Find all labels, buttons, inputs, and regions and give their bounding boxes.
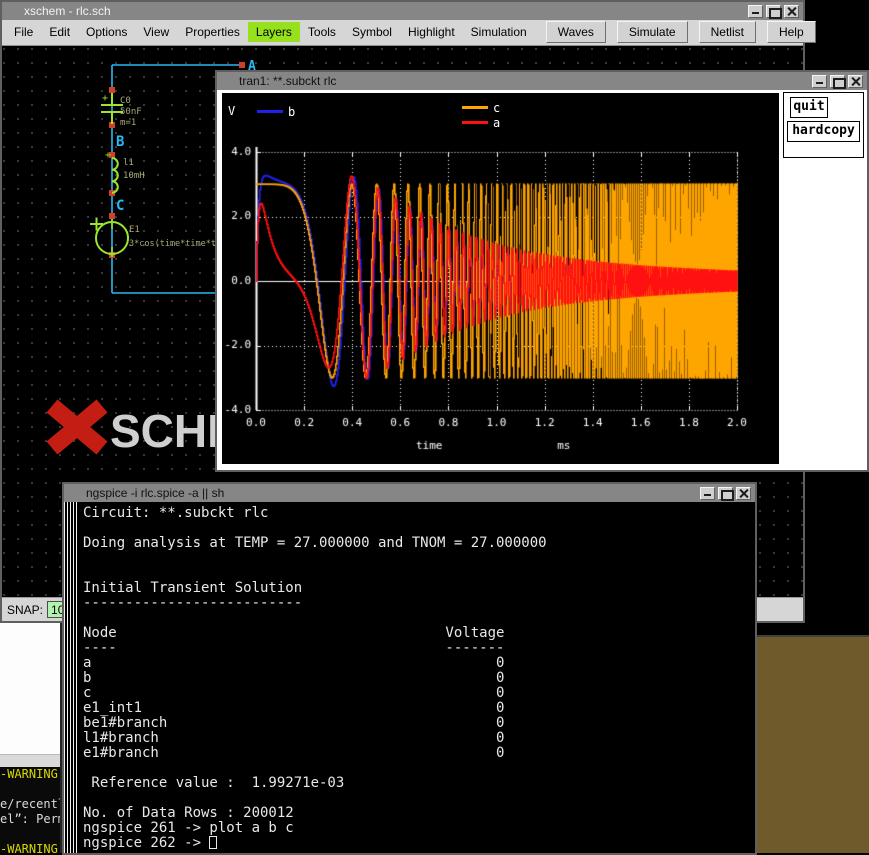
- plot-window-title: tran1: **.subckt rlc: [239, 74, 809, 88]
- capacitor-ref: C0: [120, 96, 131, 106]
- waveform-plot: [222, 93, 779, 464]
- close-icon[interactable]: [736, 487, 751, 500]
- background-white-window: [0, 622, 62, 767]
- menu-simulation[interactable]: Simulation: [463, 22, 535, 42]
- legend-label-c: c: [493, 102, 500, 114]
- menu-options[interactable]: Options: [78, 22, 135, 42]
- terminal-prompt: ngspice 262 ->: [83, 835, 209, 851]
- terminal-scrollbar[interactable]: [64, 502, 77, 853]
- plot-panel: V b c a: [222, 93, 779, 464]
- minimize-icon[interactable]: [700, 487, 715, 500]
- terminal-body[interactable]: Circuit: **.subckt rlc Doing analysis at…: [64, 502, 755, 853]
- maximize-icon[interactable]: [766, 5, 781, 18]
- quit-button[interactable]: quit: [790, 97, 828, 118]
- inductor-value: 10mH: [123, 171, 145, 181]
- close-icon[interactable]: [848, 75, 863, 88]
- y-axis-unit: V: [228, 105, 235, 117]
- legend-swatch-b: [257, 110, 283, 113]
- menu-symbol[interactable]: Symbol: [344, 22, 400, 42]
- terminal-text-area: Circuit: **.subckt rlc Doing analysis at…: [77, 502, 755, 853]
- background-white-window-footer: [0, 754, 60, 767]
- source-plus-icon: [90, 217, 103, 230]
- xschem-toolbar: Waves Simulate Netlist Help: [535, 21, 816, 43]
- hardcopy-button[interactable]: hardcopy: [787, 121, 860, 142]
- plot-window: tran1: **.subckt rlc V b c a quit hardco…: [215, 70, 869, 472]
- plot-window-content: V b c a quit hardcopy: [217, 90, 867, 470]
- snap-label: SNAP:: [7, 603, 43, 617]
- menu-layers[interactable]: Layers: [248, 22, 300, 42]
- inductor-ref: l1: [123, 158, 134, 168]
- menu-properties[interactable]: Properties: [177, 22, 248, 42]
- net-label-c: C: [116, 198, 124, 214]
- warning-line: -WARNING: [0, 767, 60, 782]
- capacitor-value: 50nF: [120, 107, 142, 117]
- capacitor-extra: m=1: [120, 118, 136, 128]
- inductor-symbol[interactable]: [112, 158, 118, 193]
- terminal-cursor: [209, 836, 217, 849]
- background-warning-terminal: -WARNING e/recentlyel”: Perm -WARNING: [0, 767, 62, 853]
- terminal-title: ngspice -i rlc.spice -a || sh: [86, 486, 697, 500]
- terminal-output: Circuit: **.subckt rlc Doing analysis at…: [83, 506, 755, 836]
- desktop: { "xschem": { "title": "xschem - rlc.sch…: [0, 0, 869, 853]
- warning-line: [0, 782, 60, 797]
- maximize-icon[interactable]: [718, 487, 733, 500]
- menu-file[interactable]: File: [6, 22, 41, 42]
- close-icon[interactable]: [784, 5, 799, 18]
- menu-tools[interactable]: Tools: [300, 22, 344, 42]
- legend-swatch-a: [462, 121, 488, 124]
- warning-line: [0, 827, 60, 842]
- net-label-b: B: [116, 134, 124, 150]
- terminal-titlebar[interactable]: ngspice -i rlc.spice -a || sh: [64, 484, 755, 502]
- waves-button[interactable]: Waves: [546, 21, 606, 43]
- warning-line: e/recently: [0, 797, 60, 812]
- legend-label-b: b: [288, 106, 295, 118]
- help-button[interactable]: Help: [767, 21, 816, 43]
- desktop-brown-panel: [755, 635, 869, 853]
- warning-line: -WARNING: [0, 842, 60, 853]
- inductor-plus: +: [105, 150, 111, 161]
- netlist-button[interactable]: Netlist: [699, 21, 756, 43]
- source-ref: E1: [129, 225, 140, 235]
- minimize-icon[interactable]: [748, 5, 763, 18]
- capacitor-plus: +: [102, 93, 108, 104]
- xschem-menubar: FileEditOptionsViewPropertiesLayersTools…: [2, 20, 803, 46]
- xschem-window-title: xschem - rlc.sch: [24, 4, 745, 18]
- legend-swatch-c: [462, 106, 488, 109]
- minimize-icon[interactable]: [812, 75, 827, 88]
- menu-highlight[interactable]: Highlight: [400, 22, 463, 42]
- ngspice-terminal-window: ngspice -i rlc.spice -a || sh Circuit: *…: [62, 482, 757, 855]
- warning-line: el”: Perm: [0, 812, 60, 827]
- menu-edit[interactable]: Edit: [41, 22, 78, 42]
- legend-label-a: a: [493, 117, 500, 129]
- plot-side-panel: quit hardcopy: [783, 92, 864, 158]
- logo-x-icon: [52, 406, 102, 448]
- plot-window-titlebar[interactable]: tran1: **.subckt rlc: [217, 72, 867, 90]
- xschem-titlebar[interactable]: xschem - rlc.sch: [2, 2, 803, 20]
- terminal-prompt-line: ngspice 262 ->: [83, 836, 755, 851]
- menu-view[interactable]: View: [135, 22, 177, 42]
- simulate-button[interactable]: Simulate: [617, 21, 688, 43]
- maximize-icon[interactable]: [830, 75, 845, 88]
